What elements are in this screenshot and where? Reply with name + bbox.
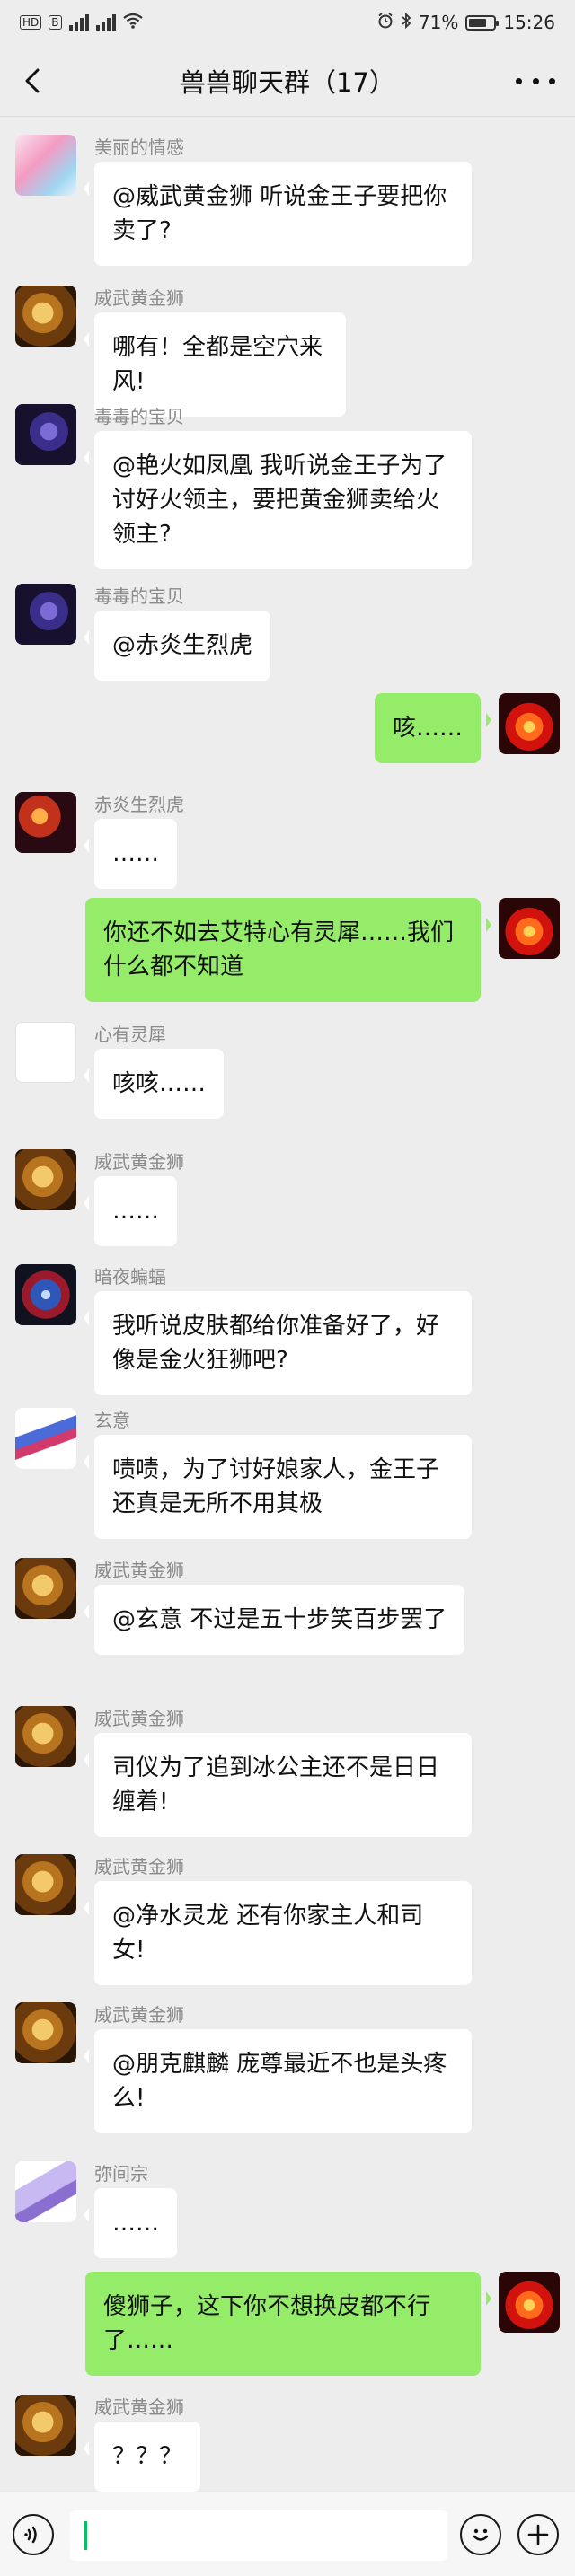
voice-icon[interactable] xyxy=(13,2514,54,2555)
battery-fill xyxy=(469,18,486,27)
alarm-icon xyxy=(377,12,394,33)
message-bubble[interactable]: @朋克麒麟 庞尊最近不也是头疼么! xyxy=(84,2029,472,2133)
wifi-icon xyxy=(122,12,143,33)
avatar[interactable]: av-bat xyxy=(15,1264,76,1325)
sender-name: 威武黄金狮 xyxy=(94,2396,184,2418)
sender-name: 威武黄金狮 xyxy=(94,1151,184,1173)
avatar[interactable]: av-purple xyxy=(15,584,76,645)
status-left: HD B xyxy=(20,12,143,33)
message-bubble[interactable]: …… xyxy=(84,1176,177,1246)
sender-name: 毒毒的宝贝 xyxy=(94,406,184,427)
message-bubble[interactable]: @艳火如凤凰 我听说金王子为了讨好火领主，要把黄金狮卖给火领主? xyxy=(84,431,472,569)
message-input[interactable] xyxy=(70,2510,447,2561)
avatar[interactable]: av-lion xyxy=(15,2395,76,2456)
message-bubble[interactable]: …… xyxy=(84,819,177,889)
network-tag-2: B xyxy=(49,15,62,30)
sender-name: 暗夜蝙蝠 xyxy=(94,1266,166,1288)
sender-name: 心有灵犀 xyxy=(94,1024,166,1045)
message-bubble[interactable]: 啧啧，为了讨好娘家人，金王子还真是无所不用其极 xyxy=(84,1435,472,1539)
message-bubble[interactable]: @威武黄金狮 听说金王子要把你卖了? xyxy=(84,162,472,266)
status-bar: HD B 71% 15:26 xyxy=(0,0,575,45)
sender-name: 威武黄金狮 xyxy=(94,1708,184,1729)
avatar[interactable]: av-lion xyxy=(15,1558,76,1619)
message-bubble[interactable]: ？？？ xyxy=(83,2422,201,2492)
message-bubble[interactable]: @赤炎生烈虎 xyxy=(83,611,271,681)
sender-name: 弥间宗 xyxy=(94,2163,148,2185)
avatar[interactable]: av-lion xyxy=(15,1706,76,1767)
network-tag: HD xyxy=(20,15,42,30)
avatar[interactable]: av-lion xyxy=(15,1854,76,1915)
sender-name: 威武黄金狮 xyxy=(94,287,184,309)
avatar[interactable]: av-lion xyxy=(15,2002,76,2063)
input-bar xyxy=(0,2492,575,2576)
sender-name: 赤炎生烈虎 xyxy=(94,794,184,815)
sender-name: 毒毒的宝贝 xyxy=(94,585,184,607)
sender-name: 威武黄金狮 xyxy=(94,1560,184,1581)
signal-icon xyxy=(68,14,89,31)
sender-name: 玄意 xyxy=(94,1410,130,1431)
page-title: 兽兽聊天群（17） xyxy=(180,66,395,98)
avatar[interactable]: av-tiger xyxy=(15,792,76,853)
plus-icon[interactable] xyxy=(518,2514,559,2555)
message-bubble[interactable]: 咳…… xyxy=(374,693,492,763)
avatar[interactable]: av-unicorn xyxy=(15,2161,76,2222)
avatar[interactable]: av-lion xyxy=(15,286,76,347)
message-bubble[interactable]: 司仪为了追到冰公主还不是日日缠着! xyxy=(84,1733,472,1837)
chevron-left-icon[interactable] xyxy=(16,65,49,97)
message-bubble[interactable]: @玄意 不过是五十步笑百步罢了 xyxy=(83,1585,465,1655)
avatar[interactable]: av-purple xyxy=(15,404,76,465)
battery-icon xyxy=(465,14,500,31)
message-bubble[interactable]: …… xyxy=(84,2188,177,2258)
text-caret xyxy=(84,2521,87,2550)
sender-name: 美丽的情感 xyxy=(94,136,184,158)
bluetooth-icon xyxy=(401,12,411,33)
clock: 15:26 xyxy=(503,12,555,33)
message-bubble[interactable]: 咳咳…… xyxy=(83,1049,225,1119)
self-avatar[interactable]: av-phoenix xyxy=(499,2272,560,2333)
avatar[interactable]: av-xuan xyxy=(15,1408,76,1469)
avatar[interactable]: av-pink xyxy=(15,135,76,196)
more-dots-icon[interactable] xyxy=(516,66,555,95)
message-bubble[interactable]: 傻狮子，这下你不想换皮都不行了…… xyxy=(85,2272,491,2376)
sender-name: 威武黄金狮 xyxy=(94,2004,184,2026)
message-bubble[interactable]: 你还不如去艾特心有灵犀……我们什么都不知道 xyxy=(85,898,491,1002)
chat-header: 兽兽聊天群（17） xyxy=(0,45,575,117)
avatar[interactable]: av-cute xyxy=(15,1022,76,1083)
message-bubble[interactable]: @净水灵龙 还有你家主人和司女! xyxy=(84,1881,472,1985)
emoji-icon[interactable] xyxy=(460,2514,501,2555)
signal-icon-2 xyxy=(95,14,116,31)
battery-percent: 71% xyxy=(418,12,459,33)
message-bubble[interactable]: 我听说皮肤都给你准备好了，好像是金火狂狮吧? xyxy=(84,1291,472,1395)
avatar[interactable]: av-lion xyxy=(15,1149,76,1210)
self-avatar[interactable]: av-phoenix xyxy=(499,693,560,754)
self-avatar[interactable]: av-phoenix xyxy=(499,898,560,959)
message-bubble[interactable]: 哪有！全都是空穴来风! xyxy=(84,312,346,417)
status-right: 71% 15:26 xyxy=(377,12,555,33)
sender-name: 威武黄金狮 xyxy=(94,1856,184,1877)
